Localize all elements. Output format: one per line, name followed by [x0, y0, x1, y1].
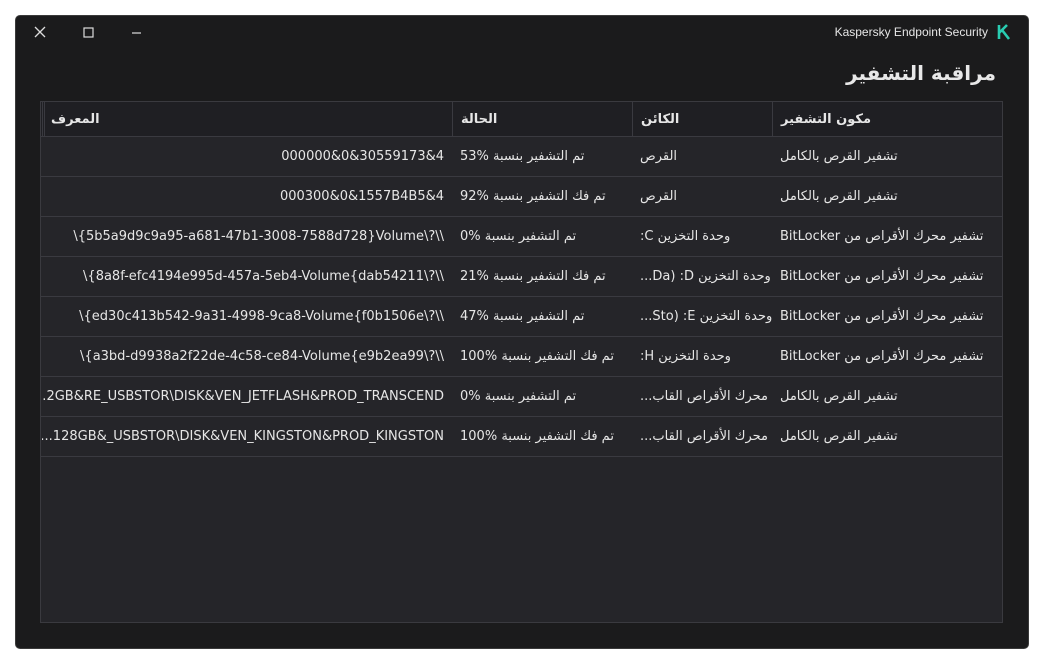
cell-status: تم التشفير بنسبة %47 [452, 297, 632, 336]
cell-object: القرص [632, 177, 772, 216]
object-text: محرك الأقراص القاب... [640, 429, 768, 444]
maximize-icon [82, 26, 94, 38]
app-window: Kaspersky Endpoint Security مراقبة التشف… [16, 16, 1028, 648]
table-header: مكون التشفير الكائن الحالة المعرف [41, 102, 1002, 137]
cell-component: تشفير القرص بالكامل [772, 417, 1002, 456]
component-text: تشفير القرص بالكامل [780, 149, 898, 164]
cell-object: وحدة التخزين Sto) :E... [632, 297, 772, 336]
cell-id: \{5b5a9d9c9a95-a681-47b1-3008-7588d728}V… [42, 217, 452, 256]
cell-id: ...128GB&_USBSTOR\DISK&VEN_KINGSTON&PROD… [42, 417, 452, 456]
header-label: مكون التشفير [781, 111, 872, 127]
cell-id: \{ed30c413b542-9a31-4998-9ca8-Volume{f0b… [42, 297, 452, 336]
component-text: تشفير محرك الأقراص من BitLocker [780, 269, 984, 284]
table-row[interactable]: تشفير القرص بالكامل القرص تم التشفير بنسبة… [41, 137, 1002, 177]
cell-id: \{8a8f-efc4194e995d-457a-5eb4-Volume{dab… [42, 257, 452, 296]
cell-status: تم فك التشفير بنسبة %100 [452, 417, 632, 456]
cell-id: 000000&0&30559173&4 [42, 137, 452, 176]
cell-status: تم فك التشفير بنسبة %92 [452, 177, 632, 216]
cell-id: 000300&0&1557B4B5&4 [42, 177, 452, 216]
cell-component: تشفير القرص بالكامل [772, 137, 1002, 176]
id-text: \{a3bd-d9938a2f22de-4c58-ce84-Volume{e9b… [80, 349, 444, 364]
id-text: 000300&0&1557B4B5&4 [279, 189, 444, 204]
object-text: القرص [640, 149, 678, 164]
cell-object: وحدة التخزين C: [632, 217, 772, 256]
object-text: وحدة التخزين Da) :D... [640, 269, 771, 284]
cell-id: ...2GB&RE_USBSTOR\DISK&VEN_JETFLASH&PROD… [42, 377, 452, 416]
cell-component: تشفير القرص بالكامل [772, 377, 1002, 416]
component-text: تشفير محرك الأقراص من BitLocker [780, 309, 984, 324]
status-text: تم التشفير بنسبة %0 [460, 389, 577, 404]
cell-object: القرص [632, 137, 772, 176]
object-text: وحدة التخزين C: [640, 229, 731, 244]
table-row[interactable]: تشفير محرك الأقراص من BitLocker وحدة التخ… [41, 337, 1002, 377]
cell-object: محرك الأقراص القاب... [632, 417, 772, 456]
id-text: 000000&0&30559173&4 [281, 149, 444, 164]
cell-component: تشفير محرك الأقراص من BitLocker [772, 217, 1002, 256]
minimize-icon [131, 31, 141, 34]
page-title: مراقبة التشفير [846, 61, 996, 85]
column-header-object[interactable]: الكائن [632, 102, 772, 136]
status-text: تم فك التشفير بنسبة %100 [460, 349, 614, 364]
table-row[interactable]: تشفير محرك الأقراص من BitLocker وحدة التخ… [41, 217, 1002, 257]
object-text: القرص [640, 189, 678, 204]
object-text: وحدة التخزين H: [640, 349, 731, 364]
status-text: تم فك التشفير بنسبة %100 [460, 429, 614, 444]
id-text: \{8a8f-efc4194e995d-457a-5eb4-Volume{dab… [83, 269, 444, 284]
header-label: المعرف [51, 111, 100, 127]
table-row[interactable]: تشفير القرص بالكامل القرص تم فك التشفير بن… [41, 177, 1002, 217]
component-text: تشفير القرص بالكامل [780, 389, 898, 404]
object-text: محرك الأقراص القاب... [640, 389, 768, 404]
close-button[interactable] [16, 16, 64, 48]
object-text: وحدة التخزين Sto) :E... [640, 309, 772, 324]
table-row[interactable]: تشفير القرص بالكامل محرك الأقراص القاب...… [41, 377, 1002, 417]
status-text: تم التشفير بنسبة %47 [460, 309, 585, 324]
app-title: Kaspersky Endpoint Security [834, 25, 988, 39]
cell-id: \{a3bd-d9938a2f22de-4c58-ce84-Volume{e9b… [42, 337, 452, 376]
status-text: تم التشفير بنسبة %53 [460, 149, 585, 164]
cell-object: وحدة التخزين H: [632, 337, 772, 376]
id-text: ...2GB&RE_USBSTOR\DISK&VEN_JETFLASH&PROD… [42, 389, 444, 404]
column-header-id[interactable]: المعرف [42, 102, 452, 136]
table-row[interactable]: تشفير محرك الأقراص من BitLocker وحدة التخ… [41, 297, 1002, 337]
cell-status: تم التشفير بنسبة %0 [452, 377, 632, 416]
minimize-button[interactable] [112, 16, 160, 48]
status-text: تم فك التشفير بنسبة %92 [460, 189, 606, 204]
kaspersky-logo-icon [997, 24, 1011, 40]
component-text: تشفير محرك الأقراص من BitLocker [780, 349, 984, 364]
table-row[interactable]: تشفير القرص بالكامل محرك الأقراص القاب...… [41, 417, 1002, 457]
header-label: الحالة [461, 111, 498, 127]
column-header-status[interactable]: الحالة [452, 102, 632, 136]
cell-status: تم فك التشفير بنسبة %100 [452, 337, 632, 376]
component-text: تشفير القرص بالكامل [780, 429, 898, 444]
cell-status: تم التشفير بنسبة %53 [452, 137, 632, 176]
cell-component: تشفير محرك الأقراص من BitLocker [772, 297, 1002, 336]
cell-object: وحدة التخزين Da) :D... [632, 257, 772, 296]
maximize-button[interactable] [64, 16, 112, 48]
cell-status: تم التشفير بنسبة %0 [452, 217, 632, 256]
encryption-table: مكون التشفير الكائن الحالة المعرف تشفير … [40, 101, 1003, 623]
id-text: ...128GB&_USBSTOR\DISK&VEN_KINGSTON&PROD… [42, 429, 444, 444]
column-header-component[interactable]: مكون التشفير [772, 102, 1002, 136]
status-text: تم فك التشفير بنسبة %21 [460, 269, 606, 284]
component-text: تشفير القرص بالكامل [780, 189, 898, 204]
close-icon [34, 26, 46, 38]
cell-object: محرك الأقراص القاب... [632, 377, 772, 416]
header-label: الكائن [641, 111, 680, 127]
cell-component: تشفير محرك الأقراص من BitLocker [772, 257, 1002, 296]
table-row[interactable]: تشفير محرك الأقراص من BitLocker وحدة التخ… [41, 257, 1002, 297]
cell-component: تشفير القرص بالكامل [772, 177, 1002, 216]
status-text: تم التشفير بنسبة %0 [460, 229, 577, 244]
id-text: \{ed30c413b542-9a31-4998-9ca8-Volume{f0b… [79, 309, 444, 324]
id-text: \{5b5a9d9c9a95-a681-47b1-3008-7588d728}V… [73, 229, 444, 244]
cell-component: تشفير محرك الأقراص من BitLocker [772, 337, 1002, 376]
cell-status: تم فك التشفير بنسبة %21 [452, 257, 632, 296]
component-text: تشفير محرك الأقراص من BitLocker [780, 229, 984, 244]
